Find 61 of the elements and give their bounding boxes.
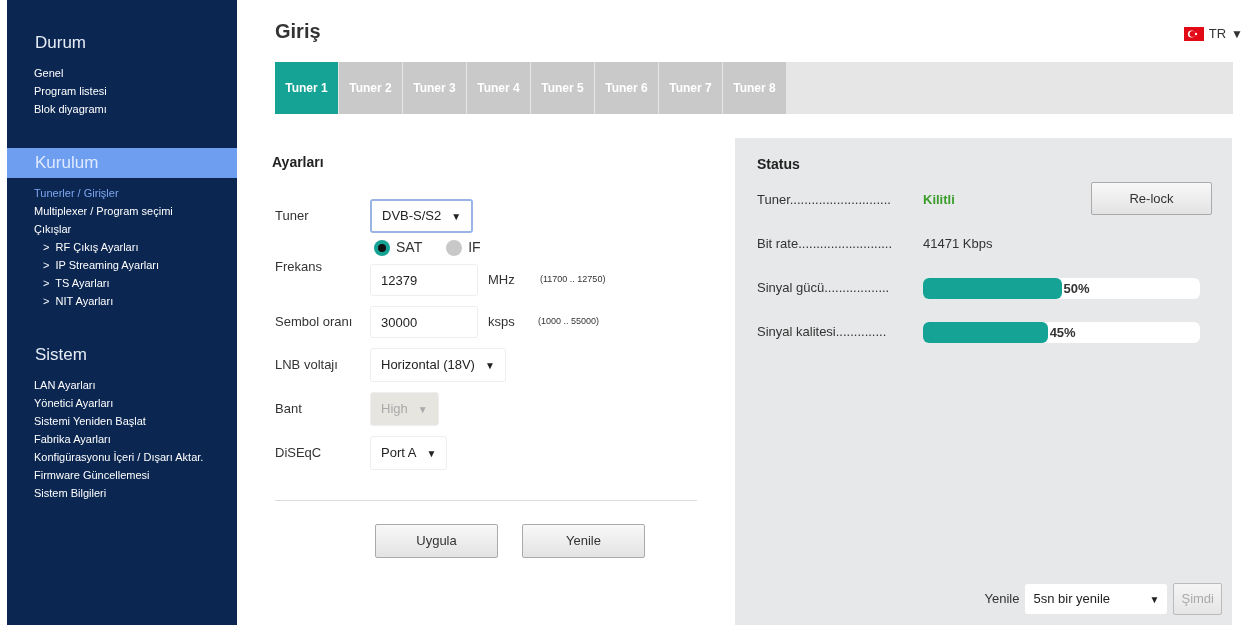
range-hint: (1000 .. 55000) bbox=[538, 315, 600, 329]
sidebar-item[interactable]: Çıkışlar bbox=[7, 220, 237, 238]
sidebar-item[interactable]: Program listesi bbox=[7, 82, 237, 100]
language-selector[interactable]: TR ▼ bbox=[1183, 24, 1243, 44]
field-label: LNB voltajı bbox=[275, 356, 339, 375]
page-title: Giriş bbox=[275, 19, 321, 44]
sidebar-section-title[interactable]: Durum bbox=[7, 28, 237, 58]
radio-option[interactable]: IF bbox=[446, 237, 481, 258]
sidebar-subitem[interactable]: > NIT Ayarları bbox=[7, 292, 237, 310]
sidebar-item[interactable]: Tunerler / Girişler bbox=[7, 184, 237, 202]
sidebar-item[interactable]: Firmware Güncellemesi bbox=[7, 466, 237, 484]
unit-label: ksps bbox=[488, 313, 516, 332]
sidebar-item[interactable]: Yönetici Ayarları bbox=[7, 394, 237, 412]
field-label: Frekans bbox=[275, 257, 323, 276]
range-hint: (11700 .. 12750) bbox=[540, 273, 606, 287]
caret-icon: ▼ bbox=[1149, 591, 1160, 607]
meter-reading: 45% bbox=[1049, 324, 1076, 342]
sidebar-subitem[interactable]: > TS Ayarları bbox=[7, 274, 237, 292]
sidebar-item[interactable]: Multiplexer / Program seçimi bbox=[7, 202, 237, 220]
sidebar-item[interactable]: Fabrika Ayarları bbox=[7, 430, 237, 448]
field-label: DiSEqC bbox=[275, 444, 323, 463]
input-field[interactable]: 12379 bbox=[370, 264, 478, 296]
field-label: Bant bbox=[275, 400, 303, 419]
radio-button[interactable] bbox=[374, 239, 390, 256]
sidebar-item[interactable]: LAN Ayarları bbox=[7, 376, 237, 394]
sidebar-item[interactable]: Genel bbox=[7, 64, 237, 82]
input-field[interactable]: 30000 bbox=[370, 306, 478, 338]
sidebar-section-title[interactable]: Sistem bbox=[7, 340, 237, 370]
sidebar-item[interactable]: Sistem Bilgileri bbox=[7, 484, 237, 502]
status-value: 41471 Kbps bbox=[923, 235, 993, 254]
meter-reading: 50% bbox=[1063, 280, 1090, 298]
sidebar-item[interactable]: Blok diyagramı bbox=[7, 100, 237, 118]
status-label: Sinyal kalitesi.............. bbox=[757, 323, 888, 342]
status-label: Sinyal gücü.................. bbox=[757, 279, 891, 298]
action-button[interactable]: Uygula bbox=[375, 524, 498, 558]
field-label: Sembol oranı bbox=[275, 313, 354, 332]
sidebar-item[interactable]: Sistemi Yeniden Başlat bbox=[7, 412, 237, 430]
flag-icon bbox=[1183, 27, 1204, 41]
relock-button[interactable]: Re-lock bbox=[1091, 182, 1212, 215]
radio-button[interactable] bbox=[446, 239, 463, 256]
select-field[interactable]: DVB-S/S2 ▼ bbox=[370, 199, 474, 233]
sidebar-subitem[interactable]: > RF Çıkış Ayarları bbox=[7, 238, 237, 256]
section-title: Status bbox=[757, 155, 801, 174]
caret-icon: ▼ bbox=[451, 208, 462, 224]
status-label: Bit rate.......................... bbox=[757, 235, 894, 254]
action-button[interactable]: Yenile bbox=[522, 524, 645, 558]
caret-icon: ▼ bbox=[426, 445, 437, 461]
refresh-select[interactable]: 5sn bir yenile ▼ bbox=[1025, 584, 1168, 614]
sidebar-item[interactable]: Konfigürasyonu İçeri / Dışarı Aktar. bbox=[7, 448, 237, 466]
caret-icon: ▼ bbox=[417, 401, 428, 417]
radio-option[interactable]: SAT bbox=[374, 237, 423, 258]
status-value: Kilitli bbox=[923, 191, 955, 210]
field-label: Tuner bbox=[275, 207, 310, 226]
status-label: Tuner............................ bbox=[757, 191, 892, 210]
select-field[interactable]: Port A ▼ bbox=[370, 436, 448, 470]
section-title: Ayarları bbox=[272, 153, 325, 172]
caret-icon: ▼ bbox=[484, 357, 495, 373]
select-field[interactable]: Horizontal (18V) ▼ bbox=[370, 348, 506, 382]
unit-label: MHz bbox=[488, 271, 516, 290]
refresh-label: Yenile bbox=[984, 590, 1020, 609]
sidebar-subitem[interactable]: > IP Streaming Ayarları bbox=[7, 256, 237, 274]
